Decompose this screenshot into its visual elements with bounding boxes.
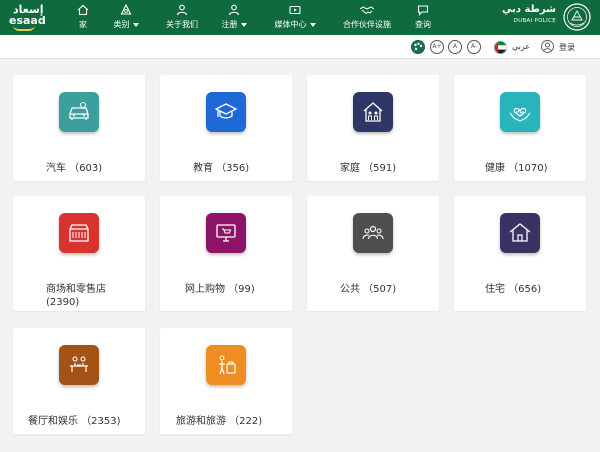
register-icon xyxy=(228,4,240,16)
category-tile-public xyxy=(353,213,393,253)
police-emblem-icon xyxy=(563,3,591,31)
category-card-automotive[interactable]: 汽车 （603) xyxy=(13,75,145,181)
category-label: 旅游和旅游 （222) xyxy=(176,416,263,427)
category-card-malls-retail[interactable]: 商场和零售店 (2390) xyxy=(13,196,145,311)
nav-media-center-label: 媒体中心 xyxy=(274,20,307,29)
utility-bar: A+ A A- عربي 登录 xyxy=(0,35,600,59)
uae-flag-icon[interactable] xyxy=(494,41,507,54)
nav-media-center-text: 媒体中心 xyxy=(272,19,318,30)
media-icon xyxy=(289,5,301,15)
nav-home[interactable]: 家 xyxy=(74,3,92,33)
category-tile-health xyxy=(500,92,540,132)
top-navigation-bar: إسعاد esaad 家 类别 关于我们 注册 媒体中心 合作伙伴设施 查询 … xyxy=(0,0,600,35)
category-card-education[interactable]: 教育 （356) xyxy=(160,75,292,181)
category-label: 健康 （1070) xyxy=(485,163,548,174)
home-icon xyxy=(77,4,89,16)
category-card-health[interactable]: 健康 （1070) xyxy=(454,75,586,181)
language-switch[interactable]: عربي xyxy=(512,42,530,51)
category-label: 网上购物 （99) xyxy=(185,284,255,295)
category-label: 家庭 （591) xyxy=(340,163,397,174)
font-increase-button[interactable]: A+ xyxy=(430,40,444,54)
login-link[interactable]: 登录 xyxy=(559,42,575,53)
category-tile-malls-retail xyxy=(59,213,99,253)
nav-categories[interactable]: 类别 xyxy=(108,3,144,33)
chevron-down-icon xyxy=(132,22,139,27)
category-label: 商场和零售店 (2390) xyxy=(46,284,106,308)
category-card-public[interactable]: 公共 （507) xyxy=(307,196,439,311)
nav-register-label: 注册 xyxy=(221,20,238,29)
nav-media-center[interactable]: 媒体中心 xyxy=(272,3,318,33)
font-reset-button[interactable]: A xyxy=(448,40,462,54)
user-circle-icon[interactable] xyxy=(541,40,554,53)
font-decrease-button[interactable]: A- xyxy=(467,40,481,54)
category-card-online-shopping[interactable]: 网上购物 （99) xyxy=(160,196,292,311)
category-tile-online-shopping xyxy=(206,213,246,253)
handshake-icon xyxy=(359,6,375,15)
nav-partner-facilities[interactable]: 合作伙伴设施 xyxy=(340,3,394,33)
nav-register[interactable]: 注册 xyxy=(219,3,249,33)
color-palette-icon[interactable] xyxy=(411,40,425,54)
health-heart-icon xyxy=(509,107,531,122)
category-tile-restaurants-entertainment xyxy=(59,345,99,385)
category-label: 教育 （356) xyxy=(193,163,250,174)
category-tile-residence xyxy=(500,213,540,253)
nav-categories-label: 类别 xyxy=(113,20,130,29)
logo-smile-mark xyxy=(13,25,35,31)
category-card-residence[interactable]: 住宅 （656) xyxy=(454,196,586,311)
dubai-police-arabic-name: شرطة دبي xyxy=(501,4,556,15)
category-card-travel-tourism[interactable]: 旅游和旅游 （222) xyxy=(160,328,292,434)
nav-partner-facilities-label: 合作伙伴设施 xyxy=(343,20,391,29)
chevron-down-icon xyxy=(240,22,247,27)
category-label: 汽车 （603) xyxy=(46,163,103,174)
travel-icon xyxy=(219,355,236,375)
category-tile-automotive xyxy=(59,92,99,132)
dubai-police-english-name: DUBAI POLICE xyxy=(513,18,556,24)
category-label: 餐厅和娱乐 （2353) xyxy=(28,416,121,427)
category-card-family[interactable]: 家庭 （591) xyxy=(307,75,439,181)
graduation-cap-icon xyxy=(214,103,238,119)
category-card-restaurants-entertainment[interactable]: 餐厅和娱乐 （2353) xyxy=(13,328,145,434)
category-tile-education xyxy=(206,92,246,132)
dubai-police-logo[interactable]: شرطة دبي DUBAI POLICE xyxy=(492,2,592,32)
category-label: 住宅 （656) xyxy=(485,284,542,295)
nav-about-us-label: 关于我们 xyxy=(166,20,198,29)
nav-categories-text: 类别 xyxy=(108,19,144,30)
family-home-icon xyxy=(363,102,383,122)
category-tile-travel-tourism xyxy=(206,345,246,385)
chat-icon xyxy=(417,5,429,16)
nav-register-text: 注册 xyxy=(219,19,249,30)
car-icon xyxy=(69,102,89,120)
categories-icon xyxy=(120,3,132,15)
nav-inquiry-label: 查询 xyxy=(415,20,431,29)
esaad-logo[interactable]: إسعاد esaad xyxy=(7,3,47,31)
nav-inquiry[interactable]: 查询 xyxy=(412,3,434,33)
category-label: 公共 （507) xyxy=(340,284,397,295)
user-icon xyxy=(176,4,188,16)
category-tile-family xyxy=(353,92,393,132)
residence-icon xyxy=(509,223,531,242)
restaurant-icon xyxy=(70,356,88,372)
online-shopping-icon xyxy=(216,224,236,242)
mall-icon xyxy=(69,224,89,242)
nav-home-label: 家 xyxy=(79,20,87,29)
public-group-icon xyxy=(362,225,384,240)
nav-about-us[interactable]: 关于我们 xyxy=(162,3,202,33)
chevron-down-icon xyxy=(309,22,316,27)
